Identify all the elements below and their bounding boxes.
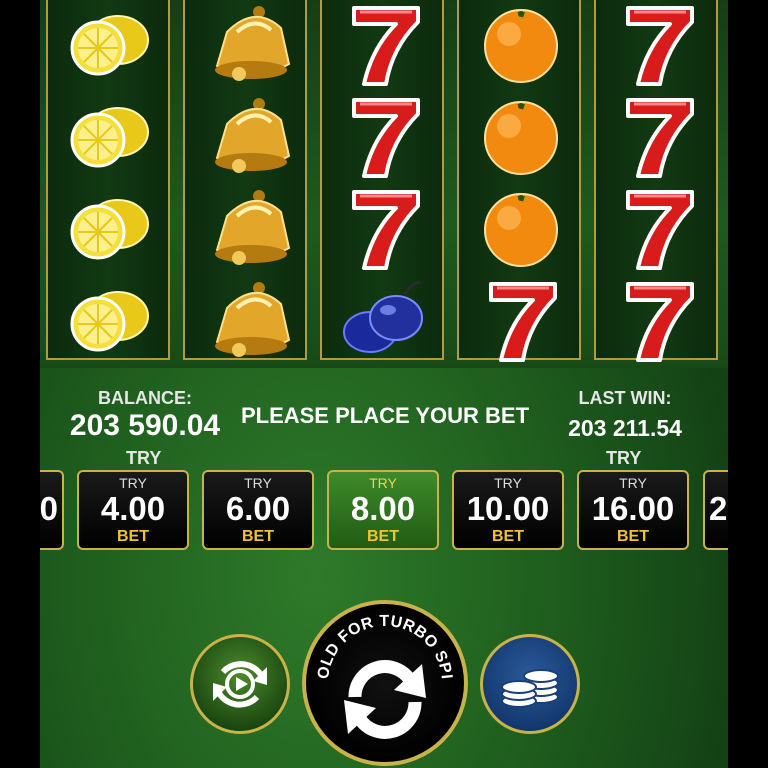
coins-icon: [501, 669, 559, 708]
bet-try-label: TRY: [494, 475, 522, 491]
seven-symbol: [608, 186, 708, 270]
seven-symbol: [608, 2, 708, 86]
bet-amount: 8.00: [350, 490, 416, 527]
bet-amount: 10.00: [466, 490, 550, 527]
balance-panel: BALANCE: 203 590.04: [50, 388, 240, 443]
bet-label: BET: [242, 528, 274, 545]
bet-option[interactable]: TRY 16.00 BET: [577, 470, 689, 550]
bet-amount: 2: [709, 490, 728, 527]
bet-try-label: TRY: [619, 475, 647, 491]
lemon-symbol: [60, 278, 160, 362]
lemon-symbol: [60, 2, 160, 86]
orange-symbol: [471, 94, 571, 178]
reel-4: [457, 0, 581, 362]
reel-3: [320, 0, 444, 360]
seven-symbol: [471, 278, 571, 362]
lemon-symbol: [60, 186, 160, 270]
bet-label: BET: [492, 528, 524, 545]
bet-option-partial-left[interactable]: 0: [40, 470, 64, 550]
balance-value: 203 590.04: [69, 409, 221, 442]
bet-selector: 0 TRY 4.00 BET TRY 6.00 BET TRY 8.00 BET TRY 10.00 B…: [40, 470, 728, 554]
bell-symbol: [197, 2, 297, 86]
bet-amount: 0: [40, 490, 58, 527]
last-win-label: LAST WIN:: [578, 388, 672, 408]
bell-symbol: [197, 186, 297, 270]
bet-option[interactable]: TRY 8.00 BET: [327, 470, 439, 550]
bet-try-label: TRY: [244, 475, 272, 491]
autoplay-button[interactable]: [190, 634, 290, 734]
last-win-panel: LAST WIN: 203 211.54: [540, 388, 710, 442]
reels-area: [40, 0, 728, 368]
seven-symbol: [334, 94, 434, 178]
lemon-symbol: [60, 94, 160, 178]
bet-try-label: TRY: [119, 475, 147, 491]
bet-settings-button[interactable]: [480, 634, 580, 734]
seven-symbol: [608, 94, 708, 178]
bet-label: BET: [117, 528, 149, 545]
bet-option[interactable]: TRY 10.00 BET: [452, 470, 564, 550]
bet-label: BET: [367, 528, 399, 545]
seven-symbol: [608, 278, 708, 362]
bet-option[interactable]: TRY 4.00 BET: [77, 470, 189, 550]
spin-button[interactable]: HOLD FOR TURBO SPIN: [300, 591, 468, 766]
seven-symbol: [334, 2, 434, 86]
reel-1: [46, 0, 170, 360]
slot-game: BALANCE: 203 590.04 PLEASE PLACE YOUR BE…: [40, 0, 728, 768]
orange-symbol: [471, 186, 571, 270]
bet-amount: 4.00: [100, 490, 166, 527]
spin-arrows-icon: [344, 660, 426, 739]
bet-try-label: TRY: [369, 475, 397, 491]
orange-symbol: [471, 2, 571, 86]
bet-option-partial-right[interactable]: 2: [703, 470, 728, 550]
status-message: PLEASE PLACE YOUR BET: [240, 403, 530, 428]
bet-label: BET: [617, 528, 649, 545]
bet-amount: 16.00: [591, 490, 675, 527]
bet-amount: 6.00: [225, 490, 291, 527]
reel-5: [594, 0, 718, 362]
seven-symbol: [334, 186, 434, 270]
bet-option[interactable]: TRY 6.00 BET: [202, 470, 314, 550]
try-label-right: TRY: [606, 448, 642, 468]
last-win-value: 203 211.54: [568, 415, 682, 441]
bell-symbol: [197, 94, 297, 178]
try-label-left: TRY: [126, 448, 162, 468]
reel-2: [183, 0, 307, 360]
plum-symbol: [334, 278, 434, 362]
balance-label: BALANCE:: [98, 388, 192, 408]
bell-symbol: [197, 278, 297, 362]
autoplay-icon: [213, 661, 267, 708]
